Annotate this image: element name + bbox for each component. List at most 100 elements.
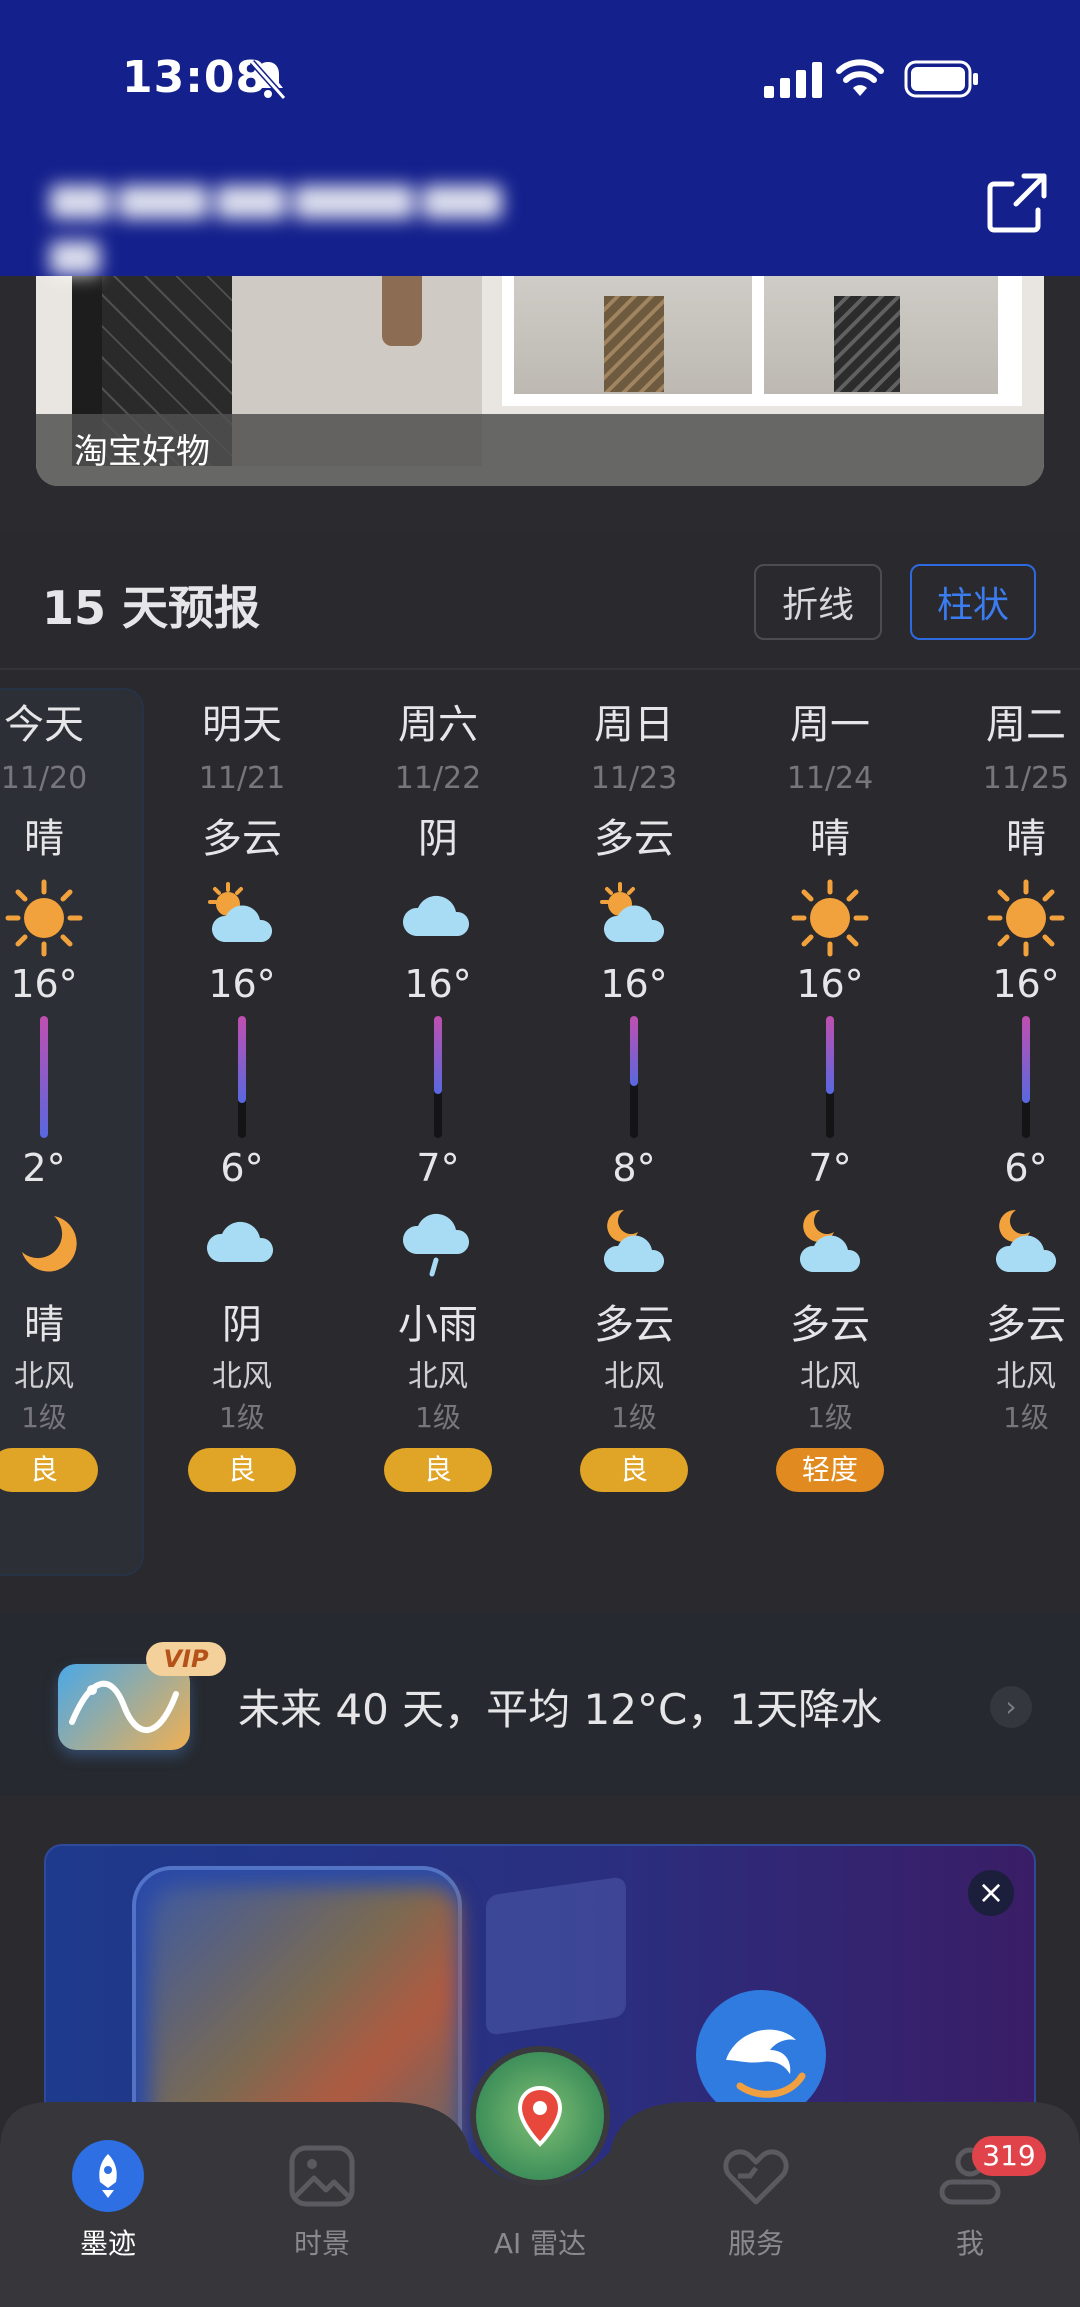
- cloud-icon: [154, 1196, 330, 1294]
- forecast-day-column[interactable]: 周六 11/22 阴 16° 7° 小雨 北风 1级良: [350, 696, 526, 1492]
- temp-range-bar: [546, 1010, 722, 1140]
- status-time: 13:08: [122, 52, 268, 103]
- wind-level: 1级: [807, 1401, 853, 1434]
- close-ad-button[interactable]: ×: [968, 1870, 1014, 1916]
- day-condition: 阴: [418, 816, 458, 862]
- forecast-day-column[interactable]: 周日 11/23 多云 16° 8° 多云 北风 1级良: [546, 696, 722, 1492]
- taobao-ad-banner[interactable]: 淘宝好物: [36, 276, 1044, 486]
- wind-level: 1级: [611, 1401, 657, 1434]
- night-condition: 晴: [24, 1302, 64, 1348]
- wind-direction: 北风: [14, 1359, 74, 1394]
- day-name: 周一: [790, 702, 870, 748]
- vip-badge: VIP: [146, 1642, 226, 1676]
- temp-range-bar: [154, 1010, 330, 1140]
- day-name: 周日: [594, 702, 674, 748]
- day-condition: 晴: [1006, 816, 1046, 862]
- wind-direction: 北风: [604, 1359, 664, 1394]
- day-name: 周二: [986, 702, 1066, 748]
- aqi-badge: 轻度: [776, 1448, 884, 1492]
- notification-badge: 319: [972, 2136, 1046, 2176]
- tab-label: 我: [955, 2227, 984, 2260]
- top-header: 13:08: [0, 0, 1080, 276]
- low-temp: 6°: [1004, 1146, 1048, 1190]
- wind-level: 1级: [415, 1401, 461, 1434]
- ai-radar-button[interactable]: [470, 2046, 610, 2186]
- wind-direction: 北风: [408, 1359, 468, 1394]
- day-condition: 多云: [594, 816, 674, 862]
- sun-icon: [0, 868, 132, 958]
- low-temp: 8°: [612, 1146, 656, 1190]
- line-view-button[interactable]: 折线: [754, 564, 882, 640]
- wind-level: 1级: [219, 1401, 265, 1434]
- high-temp: 16°: [600, 962, 668, 1006]
- forecast-day-column[interactable]: 周二 11/25 晴 16° 6° 多云北风 1级: [938, 696, 1080, 1442]
- silent-bell-icon: [249, 60, 287, 100]
- weather-app: 13:08 淘宝好物 15 天预报 折线 柱状 今天 11/20 晴 16° 2…: [0, 0, 1080, 2307]
- tab-services[interactable]: 服务: [676, 2140, 836, 2262]
- tab-moji[interactable]: 墨迹: [28, 2140, 188, 2262]
- low-temp: 6°: [220, 1146, 264, 1190]
- day-condition: 晴: [810, 816, 850, 862]
- sun-icon: [742, 868, 918, 958]
- day-condition: 多云: [202, 816, 282, 862]
- high-temp: 16°: [796, 962, 864, 1006]
- day-date: 11/25: [982, 761, 1070, 796]
- tab-label: 时景: [293, 2227, 350, 2260]
- high-temp: 16°: [992, 962, 1060, 1006]
- aqi-badge: 良: [188, 1448, 296, 1492]
- heart-hands-icon: [720, 2140, 792, 2212]
- chevron-right-icon[interactable]: ›: [990, 1686, 1032, 1728]
- share-icon[interactable]: [984, 170, 1050, 236]
- night-condition: 多云: [790, 1302, 870, 1348]
- day-name: 周六: [398, 702, 478, 748]
- tab-label: 服务: [727, 2227, 784, 2260]
- forecast-day-column[interactable]: 今天 11/20 晴 16° 2° 晴北风 1级良: [0, 696, 132, 1492]
- wind-direction: 北风: [996, 1359, 1056, 1394]
- bar-view-button[interactable]: 柱状: [910, 564, 1036, 640]
- forecast-day-column[interactable]: 明天 11/21 多云 16° 6° 阴北风 1级良: [154, 696, 330, 1492]
- low-temp: 7°: [416, 1146, 460, 1190]
- forty-day-summary: 未来 40 天，平均 12°C，1天降水: [238, 1685, 882, 1734]
- forty-day-trend[interactable]: VIP 未来 40 天，平均 12°C，1天降水 ›: [0, 1612, 1080, 1796]
- ad-label: 淘宝好物: [74, 432, 210, 472]
- day-condition: 晴: [24, 816, 64, 862]
- tab-scenery[interactable]: 时景: [242, 2140, 402, 2262]
- video-frame-graphic: [486, 1876, 626, 2036]
- temp-range-bar: [0, 1010, 132, 1140]
- aqi-badge: 良: [580, 1448, 688, 1492]
- temp-range-bar: [742, 1010, 918, 1140]
- forecast-title: 15 天预报: [42, 581, 261, 635]
- temp-range-bar: [938, 1010, 1080, 1140]
- battery-icon: [904, 60, 978, 98]
- map-pin-icon: [517, 2085, 563, 2147]
- high-temp: 16°: [208, 962, 276, 1006]
- aqi-badge: 良: [0, 1448, 98, 1492]
- wind-level: 1级: [1003, 1401, 1049, 1434]
- partly-cloudy-night-icon: [938, 1196, 1080, 1294]
- night-condition: 小雨: [398, 1302, 478, 1348]
- tab-label: 墨迹: [79, 2227, 136, 2260]
- day-name: 明天: [202, 702, 282, 748]
- trend-chart-icon: [58, 1664, 190, 1750]
- tab-label: AI 雷达: [493, 2227, 587, 2260]
- wind-direction: 北风: [800, 1359, 860, 1394]
- partly-cloudy-icon: [154, 868, 330, 958]
- forecast-day-column[interactable]: 周一 11/24 晴 16° 7° 多云 北风 1级 轻度: [742, 696, 918, 1492]
- night-condition: 阴: [222, 1302, 262, 1348]
- sun-icon: [938, 868, 1080, 958]
- partly-cloudy-night-icon: [742, 1196, 918, 1294]
- rocket-icon: [72, 2140, 144, 2212]
- day-date: 11/20: [0, 761, 88, 796]
- wifi-icon: [836, 59, 884, 96]
- partly-cloudy-night-icon: [546, 1196, 722, 1294]
- partly-cloudy-icon: [546, 868, 722, 958]
- rain-icon: [350, 1196, 526, 1294]
- day-date: 11/23: [590, 761, 678, 796]
- night-condition: 多云: [986, 1302, 1066, 1348]
- high-temp: 16°: [10, 962, 78, 1006]
- divider: [0, 668, 1080, 670]
- day-date: 11/22: [394, 761, 482, 796]
- temp-range-bar: [350, 1010, 526, 1140]
- wind-direction: 北风: [212, 1359, 272, 1394]
- fifteen-day-forecast: 15 天预报 折线 柱状 今天 11/20 晴 16° 2° 晴北风 1级良 明天 11/21 多…: [0, 532, 1080, 1612]
